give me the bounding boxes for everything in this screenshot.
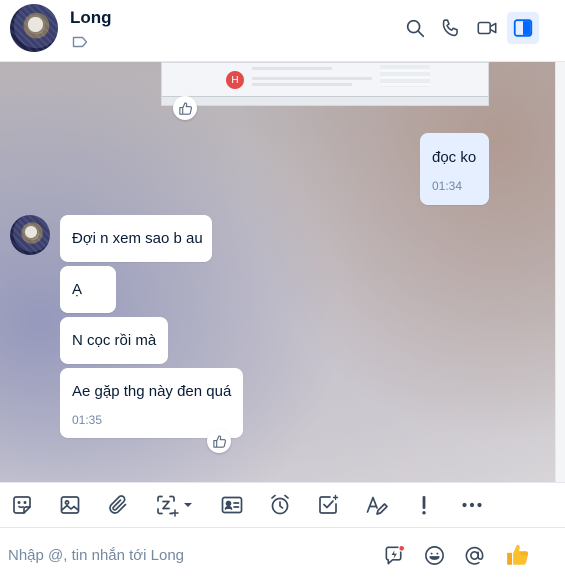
message-time: 01:34 xyxy=(432,179,463,193)
send-image-button[interactable] xyxy=(56,491,84,519)
thumbs-up-outline-icon xyxy=(178,101,192,115)
sidebar-toggle-icon xyxy=(513,19,533,37)
task-icon xyxy=(319,494,339,514)
screenshot-table xyxy=(380,65,430,87)
message-bubble-incoming[interactable]: Ae gặp thg này đen quá 01:35 xyxy=(60,368,243,438)
attachment-icon xyxy=(109,495,127,514)
quick-message-icon xyxy=(385,544,405,564)
message-text: Ạ xyxy=(72,281,83,298)
message-bubble-incoming[interactable]: N cọc rồi mà xyxy=(60,317,168,364)
message-text: Đợi n xem sao b au xyxy=(72,230,203,247)
mention-button[interactable] xyxy=(461,542,487,568)
more-options-button[interactable] xyxy=(458,491,486,519)
mark-urgent-button[interactable] xyxy=(410,491,438,519)
thumbs-up-outline-icon xyxy=(212,434,226,448)
send-contact-card-button[interactable] xyxy=(218,491,246,519)
sticker-icon xyxy=(13,496,31,514)
phone-icon xyxy=(442,19,458,37)
image-icon xyxy=(60,496,80,514)
chat-header: Long xyxy=(0,0,565,62)
message-text: đọc ko xyxy=(432,149,477,166)
text-format-button[interactable] xyxy=(362,491,390,519)
send-thumbs-up-button[interactable] xyxy=(503,540,533,570)
mention-icon xyxy=(465,546,483,565)
assign-task-button[interactable] xyxy=(314,491,342,519)
message-bubble-incoming[interactable]: Đợi n xem sao b au xyxy=(60,215,212,262)
contact-avatar[interactable] xyxy=(10,4,58,52)
screenshot-icon xyxy=(157,495,192,517)
attach-file-button[interactable] xyxy=(104,491,132,519)
message-input[interactable] xyxy=(8,542,368,568)
text-format-icon xyxy=(366,496,388,515)
sender-avatar[interactable] xyxy=(10,215,50,255)
message-bubble-outgoing[interactable]: đọc ko 01:34 xyxy=(420,133,489,205)
reminder-button[interactable] xyxy=(266,491,294,519)
quick-message-button[interactable] xyxy=(381,542,407,568)
sticker-button[interactable] xyxy=(8,491,36,519)
react-button[interactable] xyxy=(173,96,197,120)
screenshot-button[interactable] xyxy=(152,491,198,519)
emoji-icon xyxy=(424,545,444,565)
voice-call-button[interactable] xyxy=(435,12,467,44)
more-icon xyxy=(462,502,482,508)
screenshot-avatar: H xyxy=(226,71,244,89)
message-composer xyxy=(0,528,565,583)
message-time: 01:35 xyxy=(72,413,103,427)
message-list[interactable]: H đọc ko 01:34 Đợi n xem sao b au Ạ N cọ… xyxy=(0,62,555,482)
thumbs-up-send-icon xyxy=(507,544,529,565)
video-call-button[interactable] xyxy=(471,12,503,44)
screenshot-line xyxy=(252,77,372,80)
video-call-icon xyxy=(477,21,497,35)
contact-name[interactable]: Long xyxy=(70,8,112,28)
toggle-conversation-info-button[interactable] xyxy=(507,12,539,44)
message-bubble-incoming[interactable]: Ạ xyxy=(60,266,116,313)
search-button[interactable] xyxy=(399,12,431,44)
message-list-scrollbar[interactable] xyxy=(555,62,565,482)
contact-card-icon xyxy=(221,496,243,514)
search-icon xyxy=(406,19,425,38)
screenshot-taskbar xyxy=(162,96,488,105)
shared-screenshot-image[interactable]: H xyxy=(161,62,489,106)
screenshot-line xyxy=(252,83,352,86)
message-text: Ae gặp thg này đen quá xyxy=(72,383,232,400)
reminder-clock-icon xyxy=(271,494,289,515)
urgent-icon xyxy=(422,496,426,515)
emoji-button[interactable] xyxy=(421,542,447,568)
label-tag-icon[interactable] xyxy=(72,36,88,48)
screenshot-line xyxy=(252,67,332,70)
react-button[interactable] xyxy=(207,429,231,453)
composer-toolbar xyxy=(0,482,565,528)
message-text: N cọc rồi mà xyxy=(72,332,157,349)
